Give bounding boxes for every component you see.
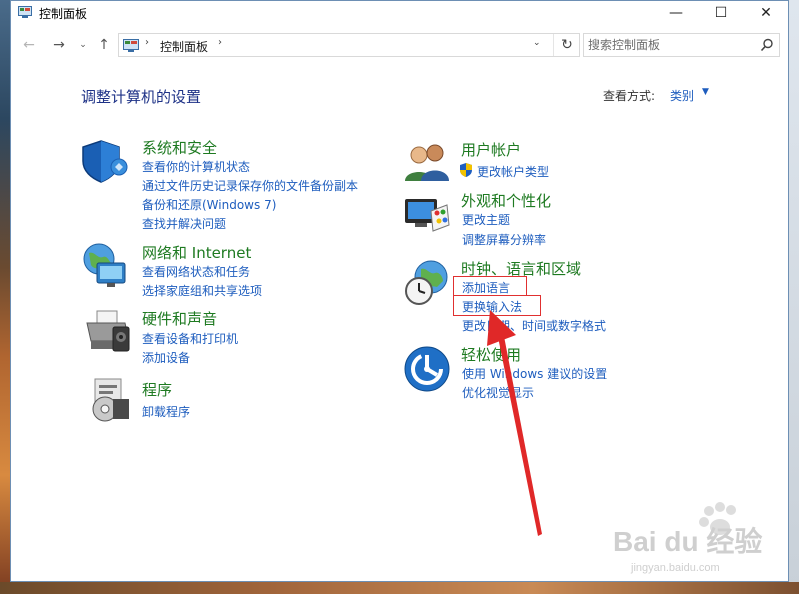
link-uninstall-program[interactable]: 卸载程序 — [142, 403, 190, 420]
link-backup-restore[interactable]: 备份和还原(Windows 7) — [142, 196, 276, 213]
clock-globe-icon[interactable] — [403, 259, 451, 307]
link-recommended-settings[interactable]: 使用 Windows 建议的设置 — [462, 365, 607, 382]
programs-disc-icon[interactable] — [85, 375, 133, 423]
category-appearance-personalization[interactable]: 外观和个性化 — [461, 190, 551, 211]
admin-shield-icon — [460, 163, 472, 177]
maximize-button[interactable]: ☐ — [699, 1, 743, 25]
window-title: 控制面板 — [39, 7, 88, 21]
link-view-computer-status[interactable]: 查看你的计算机状态 — [142, 158, 250, 175]
link-screen-resolution[interactable]: 调整屏幕分辨率 — [462, 231, 546, 248]
link-optimize-visual-display[interactable]: 优化视觉显示 — [462, 384, 534, 401]
watermark-url: jingyan.baidu.com — [630, 562, 720, 574]
control-panel-icon — [18, 6, 32, 18]
recent-locations-button[interactable]: ⌄ — [74, 35, 92, 55]
breadcrumb-separator[interactable]: › — [218, 37, 222, 48]
desktop-background-left — [0, 0, 10, 594]
navigation-bar: ← → ⌄ ↑ › 控制面板 › ⌄ ↻ — [11, 33, 788, 59]
category-system-security[interactable]: 系统和安全 — [142, 137, 217, 158]
link-file-history-backup[interactable]: 通过文件历史记录保存你的文件备份副本 — [142, 177, 358, 194]
refresh-button[interactable]: ↻ — [553, 34, 580, 56]
close-button[interactable]: ✕ — [744, 1, 788, 25]
link-homegroup-sharing[interactable]: 选择家庭组和共享选项 — [142, 282, 262, 299]
category-user-accounts[interactable]: 用户帐户 — [461, 139, 521, 160]
shield-icon[interactable] — [81, 137, 129, 185]
link-change-theme[interactable]: 更改主题 — [462, 211, 510, 228]
search-box[interactable] — [583, 33, 780, 57]
category-programs[interactable]: 程序 — [142, 379, 172, 400]
monitor-palette-icon[interactable] — [403, 191, 451, 239]
category-network-internet[interactable]: 网络和 Internet — [142, 242, 251, 263]
link-change-account-type[interactable]: 更改帐户类型 — [477, 163, 549, 180]
breadcrumb-control-panel[interactable]: 控制面板 — [160, 38, 208, 55]
back-button[interactable]: ← — [20, 35, 38, 55]
minimize-button[interactable]: — — [654, 1, 698, 25]
watermark-brand: Bai du 经验 — [613, 525, 762, 557]
address-dropdown-button[interactable]: ⌄ — [533, 38, 541, 48]
annotation-highlight-input-method — [453, 295, 541, 316]
search-input[interactable] — [588, 37, 748, 53]
category-ease-of-access[interactable]: 轻松使用 — [461, 344, 521, 365]
users-icon[interactable] — [403, 139, 451, 187]
desktop-background-right — [789, 0, 799, 594]
control-panel-icon — [123, 39, 139, 52]
forward-button[interactable]: → — [50, 35, 68, 55]
category-hardware-sound[interactable]: 硬件和声音 — [142, 308, 217, 329]
link-devices-printers[interactable]: 查看设备和打印机 — [142, 330, 238, 347]
address-bar[interactable]: › 控制面板 › ⌄ ↻ — [118, 33, 580, 57]
control-panel-window: 控制面板 — ☐ ✕ ← → ⌄ ↑ › 控制面板 › ⌄ ↻ 搜索控制面板 调… — [10, 0, 789, 582]
link-network-status[interactable]: 查看网络状态和任务 — [142, 263, 250, 280]
baidu-jingyan-watermark: Bai du 经验 jingyan.baidu.com — [613, 502, 762, 574]
chevron-down-icon[interactable]: ▼ — [702, 87, 709, 97]
annotation-highlight-add-language — [453, 276, 527, 296]
link-date-time-number-format[interactable]: 更改日期、时间或数字格式 — [462, 317, 606, 334]
printer-icon[interactable] — [83, 307, 131, 355]
breadcrumb-separator[interactable]: › — [145, 37, 149, 48]
up-button[interactable]: ↑ — [95, 35, 113, 55]
network-globe-icon[interactable] — [81, 241, 129, 289]
page-title: 调整计算机的设置 — [81, 88, 202, 106]
search-icon[interactable] — [760, 38, 774, 52]
desktop-background-bottom — [0, 582, 799, 594]
view-by-label: 查看方式: — [603, 89, 656, 103]
ease-of-access-icon[interactable] — [403, 345, 451, 393]
link-troubleshoot[interactable]: 查找并解决问题 — [142, 215, 226, 232]
view-by-dropdown[interactable]: 类别 — [670, 87, 694, 104]
link-add-device[interactable]: 添加设备 — [142, 349, 190, 366]
title-bar[interactable]: 控制面板 — ☐ ✕ — [11, 1, 788, 25]
